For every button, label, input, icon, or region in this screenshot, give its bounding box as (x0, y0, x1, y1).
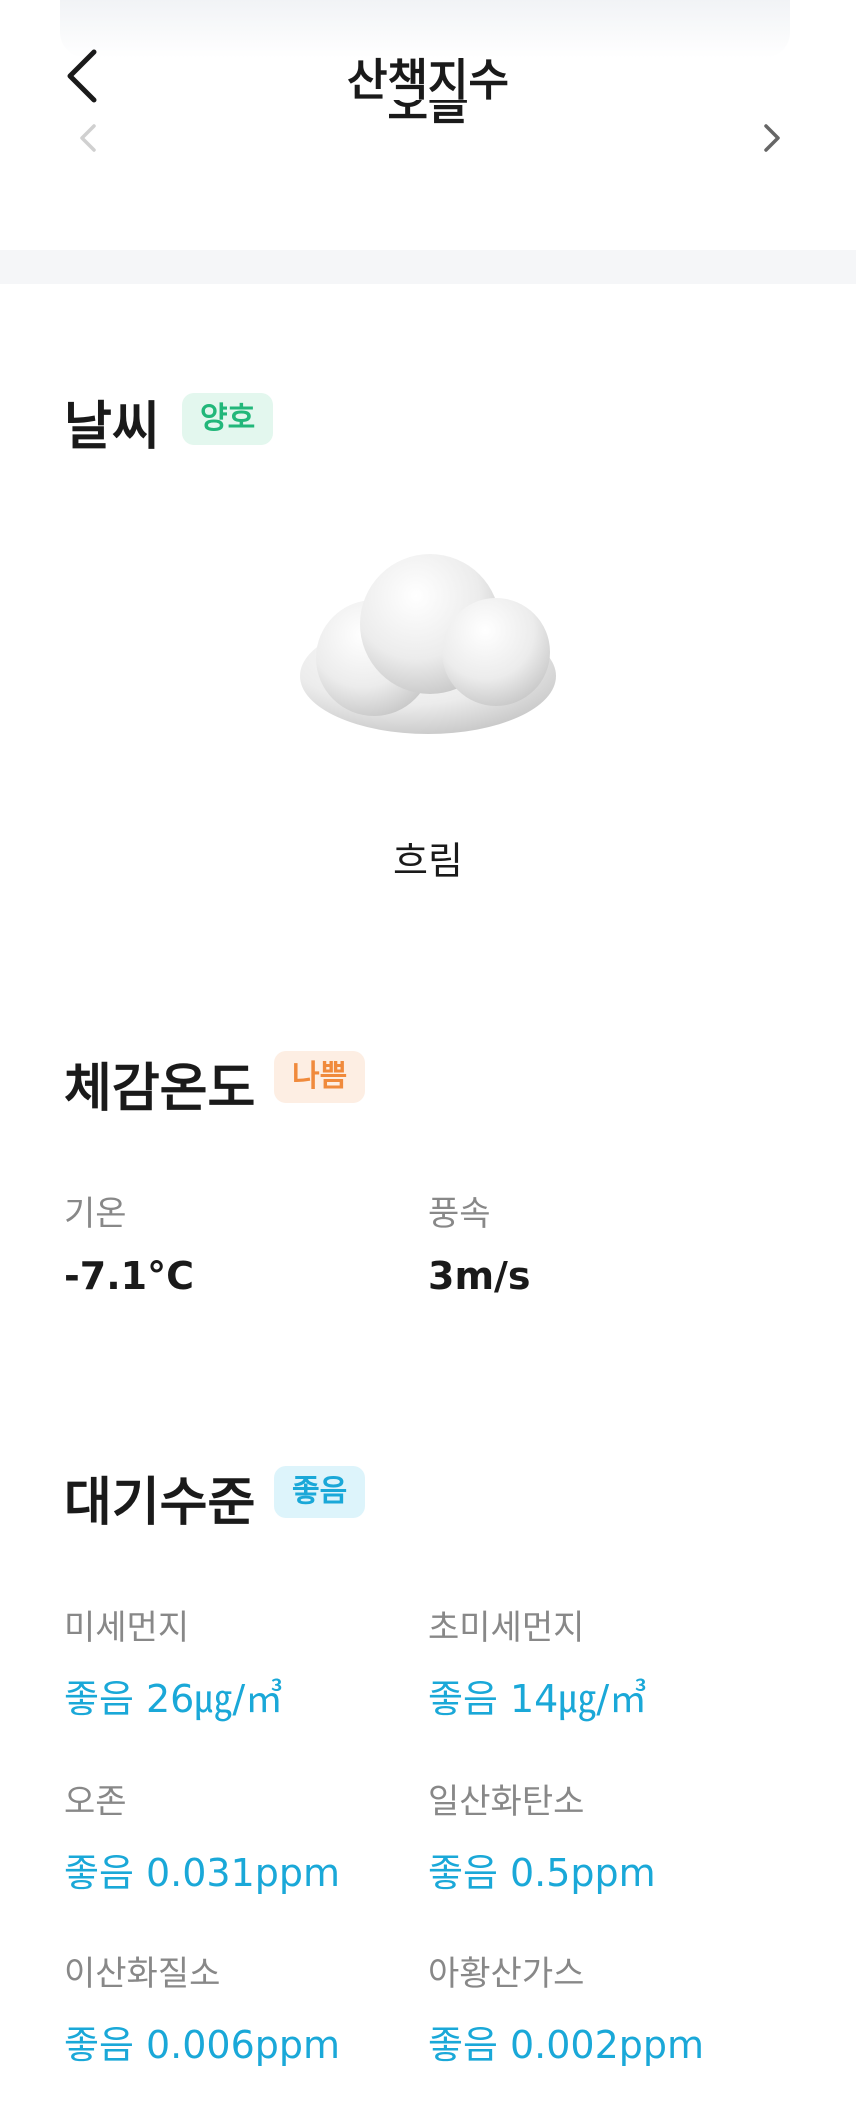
page-title: 산책지수 (347, 55, 509, 106)
pm10-value: 좋음 26㎍/㎥ (64, 1677, 284, 1721)
pm10-label: 미세먼지 (64, 1608, 190, 1648)
weather-status-badge: 양호 (182, 393, 274, 445)
date-label: 오늘 (0, 100, 856, 150)
pm25-label: 초미세먼지 (428, 1608, 585, 1648)
carbon-monoxide-value: 좋음 0.5ppm (428, 1851, 656, 1895)
cloud-icon (300, 554, 556, 734)
temperature-value: -7.1°C (64, 1254, 194, 1298)
wind-speed-label: 풍속 (428, 1194, 491, 1234)
ozone-value: 좋음 0.031ppm (64, 1851, 341, 1895)
feels-like-title: 체감온도 (64, 1059, 256, 1119)
wind-speed-value: 3m/s (428, 1254, 531, 1298)
next-date-button[interactable] (756, 120, 786, 156)
sulfur-dioxide-label: 아황산가스 (428, 1954, 585, 1994)
ozone-label: 오존 (64, 1782, 127, 1822)
header: 산책지수 오늘 (0, 0, 856, 152)
carbon-monoxide-label: 일산화탄소 (428, 1782, 585, 1822)
chevron-right-icon (764, 124, 780, 152)
air-quality-title: 대기수준 (64, 1473, 256, 1533)
date-label-text: 오늘 (387, 100, 469, 130)
sulfur-dioxide-value: 좋음 0.002ppm (428, 2023, 705, 2067)
temperature-label: 기온 (64, 1194, 127, 1234)
nitrogen-dioxide-label: 이산화질소 (64, 1954, 221, 1994)
weather-description: 흐림 (393, 839, 463, 883)
nitrogen-dioxide-value: 좋음 0.006ppm (64, 2023, 341, 2067)
weather-title: 날씨 (64, 397, 160, 457)
feels-like-status-badge: 나쁨 (274, 1051, 366, 1103)
pm25-value: 좋음 14㎍/㎥ (428, 1677, 648, 1721)
section-divider (0, 250, 856, 284)
air-quality-status-badge: 좋음 (274, 1466, 366, 1518)
